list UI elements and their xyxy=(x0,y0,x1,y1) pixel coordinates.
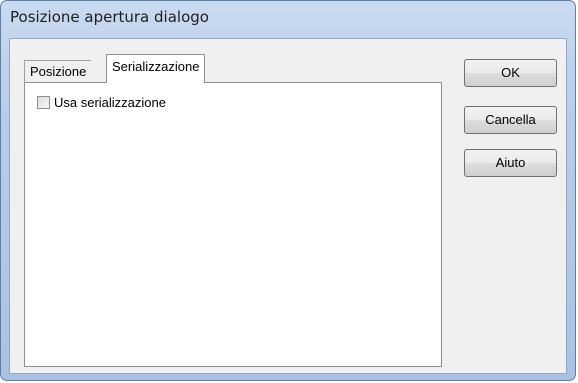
dialog-client-area: Posizione Serializzazione Usa serializza… xyxy=(9,38,567,374)
use-serialization-option[interactable]: Usa serializzazione xyxy=(37,95,166,110)
title-bar[interactable]: Posizione apertura dialogo xyxy=(1,1,575,31)
help-button[interactable]: Aiuto xyxy=(464,149,557,177)
cancel-button[interactable]: Cancella xyxy=(464,106,557,134)
use-serialization-checkbox[interactable] xyxy=(37,96,50,109)
use-serialization-label[interactable]: Usa serializzazione xyxy=(54,95,166,110)
tab-panel-serializzazione: Usa serializzazione xyxy=(24,82,442,367)
tab-posizione[interactable]: Posizione xyxy=(24,60,92,82)
window-title: Posizione apertura dialogo xyxy=(10,8,209,26)
tab-serializzazione[interactable]: Serializzazione xyxy=(106,54,206,83)
dialog-window: Posizione apertura dialogo Posizione Ser… xyxy=(0,0,576,381)
ok-button[interactable]: OK xyxy=(464,59,557,87)
